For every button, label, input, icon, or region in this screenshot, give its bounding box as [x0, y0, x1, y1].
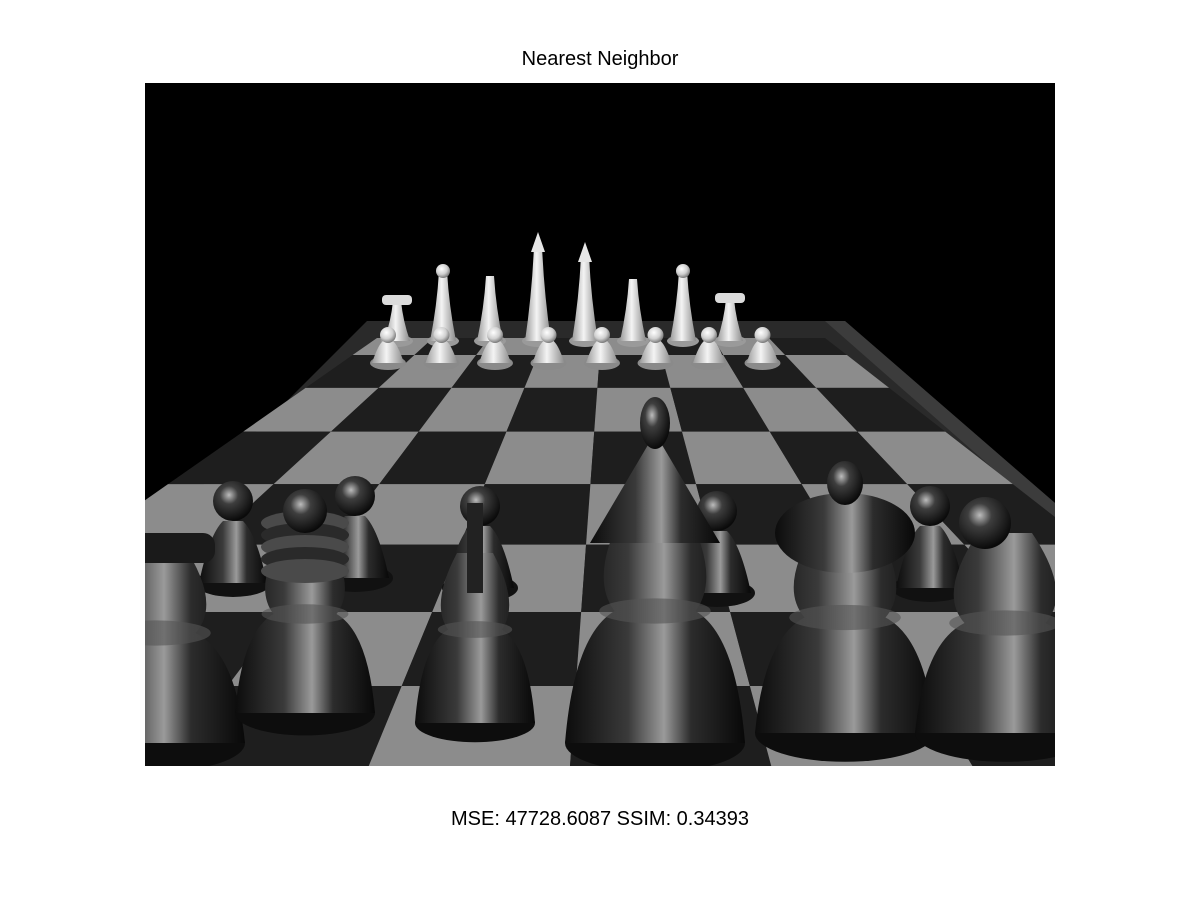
white-king — [572, 256, 598, 341]
figure-title: Nearest Neighbor — [521, 48, 679, 70]
black-bishop-ring — [261, 559, 349, 583]
metrics-label: MSE: 47728.6087 SSIM: 0.34393 — [451, 808, 749, 830]
white-bishop-head — [676, 264, 690, 278]
black-pawn-head — [335, 476, 375, 516]
white-rook-top — [382, 295, 412, 305]
white-bishop-head — [436, 264, 450, 278]
black-rook-top — [145, 533, 215, 563]
white-pawn-head — [380, 327, 396, 343]
white-rook — [717, 299, 743, 341]
white-knight — [620, 279, 646, 341]
white-pawn-head — [540, 327, 557, 343]
black-king-collar — [789, 604, 901, 631]
black-king-knob — [827, 461, 863, 505]
black-bishop-head — [283, 489, 327, 533]
black-knight-collar — [437, 621, 513, 638]
white-pawn-head — [594, 327, 610, 343]
black-pawn-head — [910, 486, 950, 526]
white-rook-top — [715, 293, 745, 303]
black-rook-right-head — [959, 497, 1011, 549]
black-knight-blade — [467, 503, 483, 593]
white-pawn-head — [701, 327, 717, 343]
rendered-image — [145, 83, 1055, 766]
white-king-crown — [578, 242, 592, 262]
white-pawn-head — [433, 327, 450, 343]
white-bishop — [670, 271, 696, 341]
chess-scene — [145, 232, 1055, 766]
white-pawn-head — [647, 327, 664, 343]
black-pawn-head — [213, 481, 253, 521]
black-queen-tip — [640, 397, 670, 449]
white-queen — [525, 246, 551, 341]
white-queen-crown — [531, 232, 545, 252]
white-pawn-head — [754, 327, 771, 343]
black-bishop-collar — [261, 604, 349, 624]
black-queen-collar — [599, 598, 711, 624]
white-pawn-head — [487, 327, 503, 343]
